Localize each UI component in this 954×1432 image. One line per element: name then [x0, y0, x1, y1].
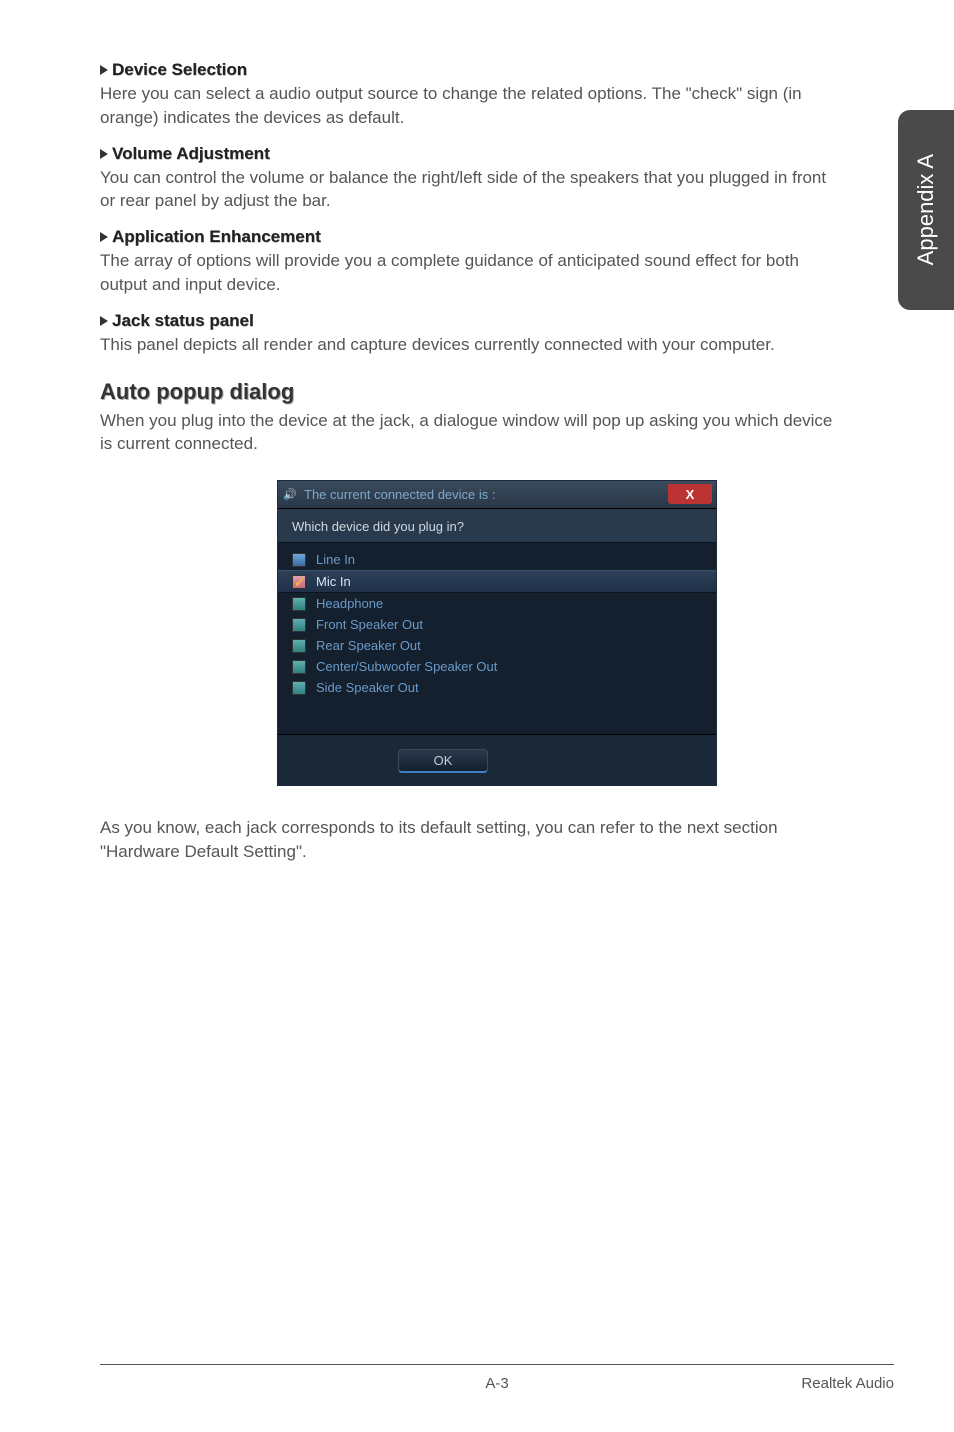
triangle-icon: [100, 65, 108, 75]
page-footer: A-3 Realtek Audio: [100, 1364, 894, 1392]
jack-icon: [292, 618, 306, 632]
side-tab: Appendix A: [898, 110, 954, 310]
device-option-mic-in[interactable]: ✓ Mic In: [278, 570, 716, 593]
side-tab-label: Appendix A: [913, 154, 939, 265]
device-option-line-in[interactable]: Line In: [278, 549, 716, 570]
section-application-enhancement: Application Enhancement The array of opt…: [100, 227, 894, 297]
dialog-titlebar: 🔊 The current connected device is : X: [278, 481, 716, 509]
jack-icon: [292, 681, 306, 695]
footer-section: Realtek Audio: [801, 1375, 894, 1392]
device-label: Side Speaker Out: [316, 680, 419, 695]
page-number: A-3: [485, 1375, 508, 1392]
auto-popup-body: When you plug into the device at the jac…: [100, 409, 840, 457]
close-button[interactable]: X: [668, 484, 712, 504]
section-title: Jack status panel: [112, 311, 254, 330]
jack-icon: [292, 553, 306, 567]
jack-icon: [292, 639, 306, 653]
ok-button[interactable]: OK: [398, 749, 488, 773]
speaker-icon: 🔊: [282, 487, 298, 503]
device-option-center-subwoofer[interactable]: Center/Subwoofer Speaker Out: [278, 656, 716, 677]
after-dialog-text: As you know, each jack corresponds to it…: [100, 816, 840, 864]
connected-device-dialog: 🔊 The current connected device is : X Wh…: [277, 480, 717, 786]
device-label: Front Speaker Out: [316, 617, 423, 632]
dialog-title: The current connected device is :: [304, 487, 496, 502]
device-label: Center/Subwoofer Speaker Out: [316, 659, 497, 674]
device-label: Headphone: [316, 596, 383, 611]
triangle-icon: [100, 232, 108, 242]
section-title: Device Selection: [112, 60, 247, 79]
section-body: You can control the volume or balance th…: [100, 166, 840, 214]
check-icon: ✓: [294, 574, 306, 591]
jack-icon: [292, 597, 306, 611]
dialog-footer: OK: [278, 734, 716, 785]
triangle-icon: [100, 316, 108, 326]
device-list: Line In ✓ Mic In Headphone Front Speaker…: [278, 543, 716, 734]
jack-icon: [292, 660, 306, 674]
section-body: This panel depicts all render and captur…: [100, 333, 840, 357]
triangle-icon: [100, 149, 108, 159]
section-title: Application Enhancement: [112, 227, 321, 246]
section-volume-adjustment: Volume Adjustment You can control the vo…: [100, 144, 894, 214]
section-body: Here you can select a audio output sourc…: [100, 82, 840, 130]
device-option-side-speaker[interactable]: Side Speaker Out: [278, 677, 716, 698]
section-jack-status: Jack status panel This panel depicts all…: [100, 311, 894, 357]
dialog-question: Which device did you plug in?: [278, 509, 716, 543]
auto-popup-heading: Auto popup dialog: [100, 379, 894, 405]
device-label: Rear Speaker Out: [316, 638, 421, 653]
device-option-rear-speaker[interactable]: Rear Speaker Out: [278, 635, 716, 656]
device-option-front-speaker[interactable]: Front Speaker Out: [278, 614, 716, 635]
device-label: Mic In: [316, 574, 351, 589]
jack-icon: ✓: [292, 575, 306, 589]
section-device-selection: Device Selection Here you can select a a…: [100, 60, 894, 130]
section-title: Volume Adjustment: [112, 144, 270, 163]
device-label: Line In: [316, 552, 355, 567]
device-option-headphone[interactable]: Headphone: [278, 593, 716, 614]
section-body: The array of options will provide you a …: [100, 249, 840, 297]
